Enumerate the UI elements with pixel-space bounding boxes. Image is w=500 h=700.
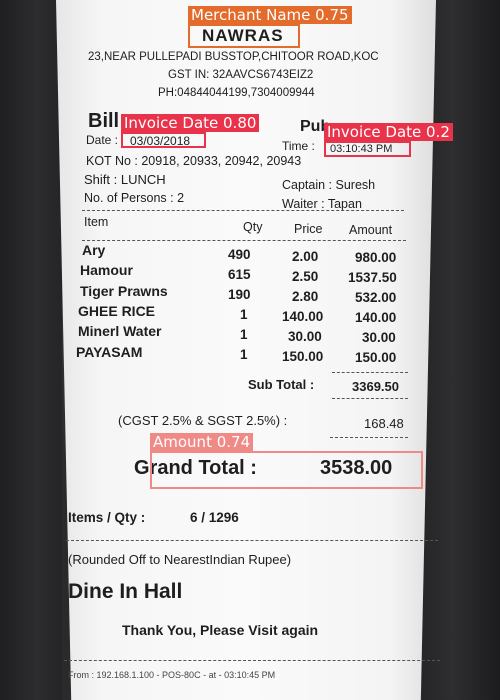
time-detection-box <box>324 141 411 157</box>
thank-you-line: Thank You, Please Visit again <box>122 622 319 638</box>
gst-line: GST IN: 32AAVCS6743EIZ2 <box>168 69 314 81</box>
subtotal-divider-bottom <box>332 398 408 399</box>
merchant-detection-box <box>188 24 300 48</box>
merchant-detection-label: Merchant Name 0.75 <box>188 6 352 24</box>
item-name: PAYASAM <box>76 344 143 360</box>
item-price: 2.80 <box>292 289 319 304</box>
subtotal-divider-top <box>332 372 408 373</box>
item-price: 2.00 <box>292 249 319 264</box>
dine-in-hall: Dine In Hall <box>68 580 183 603</box>
waiter-line: Waiter : Tapan <box>282 197 362 211</box>
item-amount: 980.00 <box>355 250 397 265</box>
item-name: GHEE RICE <box>78 303 156 319</box>
tax-label: (CGST 2.5% & SGST 2.5%) : <box>118 413 288 428</box>
item-amount: 30.00 <box>362 330 396 345</box>
address-line: 23,NEAR PULLEPADI BUSSTOP,CHITOOR ROAD,K… <box>88 51 379 63</box>
col-qty: Qty <box>243 220 263 234</box>
phone-line: PH:04844044199,7304009944 <box>158 87 315 99</box>
item-price: 2.50 <box>292 269 319 284</box>
time-detection-label: Invoice Date 0.2 <box>324 123 453 141</box>
item-qty: 615 <box>228 267 251 282</box>
item-price: 150.00 <box>282 349 324 364</box>
captain-line: Captain : Suresh <box>282 178 376 192</box>
tax-divider <box>330 437 408 438</box>
item-amount: 1537.50 <box>348 270 397 285</box>
divider-footer <box>64 660 440 661</box>
item-name: Tiger Prawns <box>80 283 168 299</box>
item-price: 140.00 <box>282 309 324 324</box>
item-price: 30.00 <box>288 329 322 344</box>
item-qty: 1 <box>240 327 248 342</box>
divider-top <box>82 210 404 211</box>
leather-folder-left <box>0 0 62 700</box>
footer-line: From : 192.168.1.100 - POS-80C - at - 03… <box>68 670 276 680</box>
date-label: Date : <box>86 133 119 147</box>
amount-detection-label: Amount 0.74 <box>150 433 254 451</box>
item-qty: 1 <box>240 307 248 322</box>
amount-detection-box <box>150 451 423 489</box>
item-qty: 490 <box>228 247 251 262</box>
divider-rounded <box>66 540 438 541</box>
kot-line: KOT No : 20918, 20933, 20942, 20943 <box>86 154 302 168</box>
item-qty: 190 <box>228 287 251 302</box>
col-item: Item <box>84 215 109 229</box>
rounded-note: (Rounded Off to NearestIndian Rupee) <box>68 552 292 567</box>
item-name: Ary <box>82 242 106 258</box>
date-detection-label: Invoice Date 0.80 <box>121 114 260 132</box>
item-amount: 140.00 <box>355 310 397 325</box>
date-detection-box <box>121 132 206 148</box>
item-name: Minerl Water <box>78 323 162 339</box>
item-amount: 532.00 <box>355 290 397 305</box>
items-qty-label: Items / Qty : <box>68 510 146 525</box>
col-amount: Amount <box>349 223 393 237</box>
tax-value: 168.48 <box>364 416 404 431</box>
item-amount: 150.00 <box>355 350 397 365</box>
col-price: Price <box>294 222 323 236</box>
time-label: Time : <box>282 139 315 153</box>
bill-title: Bill <box>88 110 120 132</box>
shift-line: Shift : LUNCH <box>84 172 166 187</box>
subtotal-label: Sub Total : <box>248 377 315 392</box>
persons-line: No. of Persons : 2 <box>84 191 185 205</box>
subtotal-value: 3369.50 <box>352 379 399 394</box>
items-qty-value: 6 / 1296 <box>190 510 239 525</box>
item-name: Hamour <box>80 262 133 278</box>
item-qty: 1 <box>240 347 248 362</box>
divider-header <box>82 240 406 241</box>
